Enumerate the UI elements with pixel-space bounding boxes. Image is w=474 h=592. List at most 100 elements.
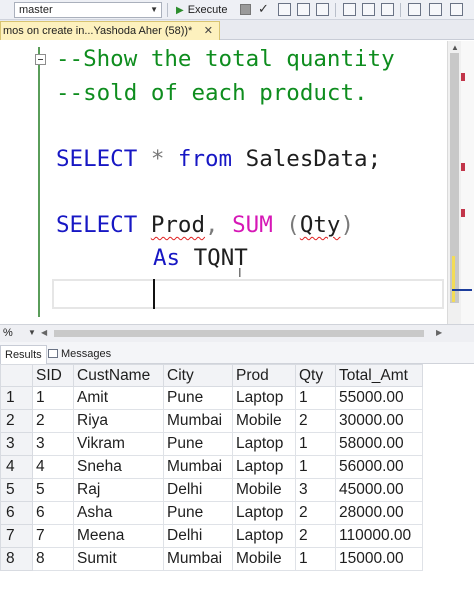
execute-button[interactable]: ▶ Execute [172, 2, 231, 18]
results-to-grid-icon[interactable] [429, 3, 442, 16]
error-marker[interactable] [461, 209, 465, 217]
table-row[interactable]: 4 4 Sneha Mumbai Laptop 1 56000.00 [0, 455, 423, 479]
table-cell-sid[interactable]: 2 [32, 409, 74, 433]
table-cell-qty[interactable]: 2 [295, 501, 336, 525]
row-number[interactable]: 2 [0, 409, 33, 433]
table-cell-qty[interactable]: 1 [295, 547, 336, 571]
table-cell-total-amt[interactable]: 45000.00 [335, 478, 423, 502]
intellisense-icon[interactable] [343, 3, 356, 16]
table-cell-city[interactable]: Pune [163, 386, 233, 410]
table-cell-city[interactable]: Mumbai [163, 409, 233, 433]
results-grid[interactable]: SID CustName City Prod Qty Total_Amt 11A… [0, 364, 474, 592]
table-cell-sid[interactable]: 1 [32, 386, 74, 410]
scroll-up-icon[interactable]: ▲ [451, 43, 459, 52]
column-header[interactable]: CustName [73, 364, 164, 387]
table-cell-prod[interactable]: Laptop [232, 432, 296, 456]
table-cell-qty[interactable]: 2 [295, 524, 336, 548]
table-cell-sid[interactable]: 7 [32, 524, 74, 548]
table-cell-qty[interactable]: 3 [295, 478, 336, 502]
table-cell-city[interactable]: Delhi [163, 524, 233, 548]
column-header[interactable]: Qty [295, 364, 336, 387]
column-header[interactable]: City [163, 364, 233, 387]
stop-icon[interactable] [240, 4, 251, 15]
table-cell-prod[interactable]: Mobile [232, 547, 296, 571]
table-cell-custname[interactable]: Amit [73, 386, 164, 410]
tab-results[interactable]: Results [0, 345, 47, 364]
table-cell-custname[interactable]: Sneha [73, 455, 164, 479]
include-plan-icon[interactable] [362, 3, 375, 16]
table-cell-qty[interactable]: 1 [295, 455, 336, 479]
table-cell-city[interactable]: Pune [163, 432, 233, 456]
table-cell-prod[interactable]: Laptop [232, 386, 296, 410]
client-statistics-icon[interactable] [381, 3, 394, 16]
horizontal-scrollbar-thumb[interactable] [54, 330, 424, 337]
table-row[interactable]: 5 5 Raj Delhi Mobile 3 45000.00 [0, 478, 423, 502]
table-row[interactable]: 1 1 Amit Pune Laptop 1 55000.00 [0, 386, 423, 410]
results-to-text-icon[interactable] [408, 3, 421, 16]
table-cell-sid[interactable]: 3 [32, 432, 74, 456]
row-number[interactable]: 8 [0, 547, 33, 571]
table-cell-prod[interactable]: Laptop [232, 524, 296, 548]
table-row[interactable]: 2 2 Riya Mumbai Mobile 2 30000.00 [0, 409, 423, 433]
table-row[interactable]: 3 3 Vikram Pune Laptop 1 58000.00 [0, 432, 423, 456]
scroll-right-icon[interactable]: ▶ [436, 328, 442, 337]
table-cell-prod[interactable]: Laptop [232, 455, 296, 479]
results-to-file-icon[interactable] [450, 3, 463, 16]
table-cell-total-amt[interactable]: 56000.00 [335, 455, 423, 479]
table-cell-city[interactable]: Mumbai [163, 547, 233, 571]
row-header-corner[interactable] [0, 364, 33, 387]
error-marker[interactable] [461, 73, 465, 81]
query-document-tab[interactable]: mos on create in...Yashoda Aher (58))* ✕ [0, 21, 220, 40]
query-designer-icon[interactable] [297, 3, 310, 16]
collapse-region-icon[interactable] [35, 54, 46, 65]
table-row[interactable]: 8 8 Sumit Mumbai Mobile 1 15000.00 [0, 547, 423, 571]
column-header[interactable]: SID [32, 364, 74, 387]
row-number[interactable]: 3 [0, 432, 33, 456]
table-cell-total-amt[interactable]: 110000.00 [335, 524, 423, 548]
table-cell-city[interactable]: Delhi [163, 478, 233, 502]
table-cell-qty[interactable]: 1 [295, 386, 336, 410]
row-number[interactable]: 1 [0, 386, 33, 410]
zoom-dropdown-icon[interactable]: ▼ [28, 328, 36, 337]
table-cell-custname[interactable]: Raj [73, 478, 164, 502]
display-plan-icon[interactable] [278, 3, 291, 16]
database-select[interactable]: master ▼ [14, 2, 162, 18]
table-cell-sid[interactable]: 4 [32, 455, 74, 479]
error-marker[interactable] [461, 163, 465, 171]
column-header[interactable]: Prod [232, 364, 296, 387]
table-cell-prod[interactable]: Mobile [232, 478, 296, 502]
zoom-level[interactable]: % [3, 327, 13, 339]
table-cell-sid[interactable]: 8 [32, 547, 74, 571]
table-cell-prod[interactable]: Mobile [232, 409, 296, 433]
chevron-down-icon[interactable]: ▼ [150, 3, 158, 17]
table-cell-city[interactable]: Mumbai [163, 455, 233, 479]
table-row[interactable]: 7 7 Meena Delhi Laptop 2 110000.00 [0, 524, 423, 548]
table-cell-total-amt[interactable]: 28000.00 [335, 501, 423, 525]
row-number[interactable]: 6 [0, 501, 33, 525]
table-cell-sid[interactable]: 6 [32, 501, 74, 525]
row-number[interactable]: 5 [0, 478, 33, 502]
table-cell-custname[interactable]: Riya [73, 409, 164, 433]
table-row[interactable]: 6 6 Asha Pune Laptop 2 28000.00 [0, 501, 423, 525]
table-cell-total-amt[interactable]: 55000.00 [335, 386, 423, 410]
query-options-icon[interactable] [316, 3, 329, 16]
table-cell-city[interactable]: Pune [163, 501, 233, 525]
table-cell-custname[interactable]: Sumit [73, 547, 164, 571]
table-cell-sid[interactable]: 5 [32, 478, 74, 502]
table-cell-custname[interactable]: Asha [73, 501, 164, 525]
column-header[interactable]: Total_Amt [335, 364, 423, 387]
row-number[interactable]: 4 [0, 455, 33, 479]
table-cell-prod[interactable]: Laptop [232, 501, 296, 525]
tab-messages[interactable]: Messages [44, 345, 115, 364]
table-cell-custname[interactable]: Vikram [73, 432, 164, 456]
table-cell-total-amt[interactable]: 15000.00 [335, 547, 423, 571]
table-cell-qty[interactable]: 1 [295, 432, 336, 456]
table-cell-total-amt[interactable]: 58000.00 [335, 432, 423, 456]
close-icon[interactable]: ✕ [204, 22, 213, 40]
row-number[interactable]: 7 [0, 524, 33, 548]
query-editor[interactable]: --Show the total quantity --sold of each… [0, 41, 474, 324]
table-cell-total-amt[interactable]: 30000.00 [335, 409, 423, 433]
table-cell-qty[interactable]: 2 [295, 409, 336, 433]
scroll-left-icon[interactable]: ◀ [41, 328, 47, 337]
table-cell-custname[interactable]: Meena [73, 524, 164, 548]
